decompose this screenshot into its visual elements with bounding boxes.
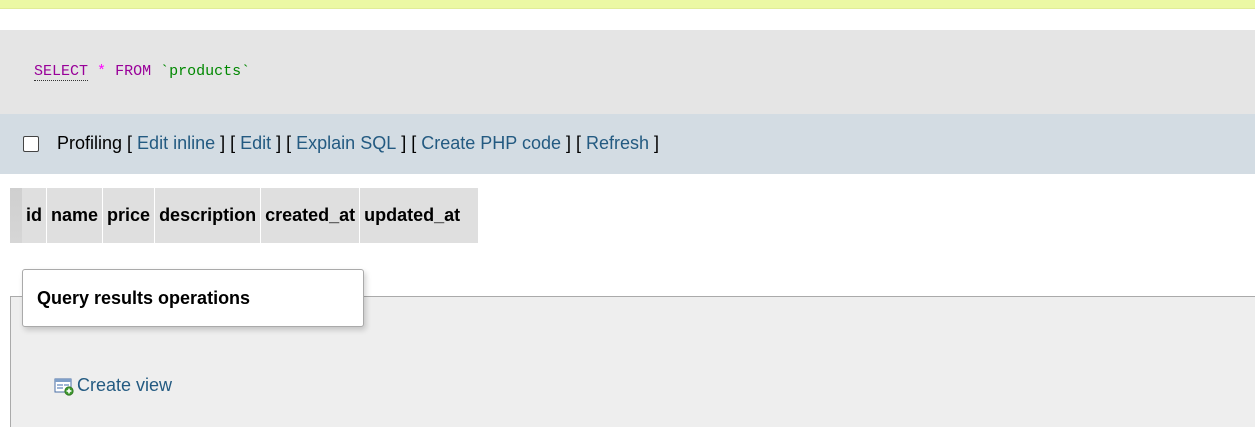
column-header-name[interactable]: name [47, 188, 104, 243]
column-header-id[interactable]: id [22, 188, 47, 243]
success-message-banner [0, 0, 1255, 9]
query-tools-bar: Profiling [ Edit inline ] [ Edit ] [ Exp… [0, 114, 1255, 174]
create-view-label[interactable]: Create view [77, 375, 172, 396]
results-table-header: id name price description created_at upd… [10, 188, 479, 243]
results-table-edge [10, 188, 22, 243]
query-results-operations-legend: Query results operations [22, 269, 364, 327]
sql-keyword-select[interactable]: SELECT [34, 63, 89, 81]
sql-keyword-from: FROM [115, 63, 152, 80]
explain-sql-link[interactable]: Explain SQL [296, 133, 396, 154]
profiling-label[interactable]: Profiling [57, 133, 122, 154]
column-header-created-at[interactable]: created_at [261, 188, 361, 243]
edit-link[interactable]: Edit [240, 133, 271, 154]
create-php-code-link[interactable]: Create PHP code [421, 133, 561, 154]
sql-table-name: `products` [160, 63, 251, 80]
edit-inline-link[interactable]: Edit inline [137, 133, 215, 154]
query-tools-row: Profiling [ Edit inline ] [ Edit ] [ Exp… [23, 133, 659, 154]
sql-query-box: SELECT * FROM `products` [0, 30, 1255, 114]
sql-query-text: SELECT * FROM `products` [34, 63, 250, 81]
sql-star: * [97, 63, 107, 80]
page: SELECT * FROM `products` Profiling [ Edi… [0, 0, 1255, 427]
create-view-link[interactable]: Create view [54, 375, 172, 396]
profiling-checkbox[interactable] [23, 135, 39, 152]
column-header-price[interactable]: price [103, 188, 156, 243]
create-view-icon [54, 376, 74, 396]
refresh-link[interactable]: Refresh [586, 133, 649, 154]
column-header-description[interactable]: description [155, 188, 262, 243]
column-header-updated-at[interactable]: updated_at [360, 188, 479, 243]
